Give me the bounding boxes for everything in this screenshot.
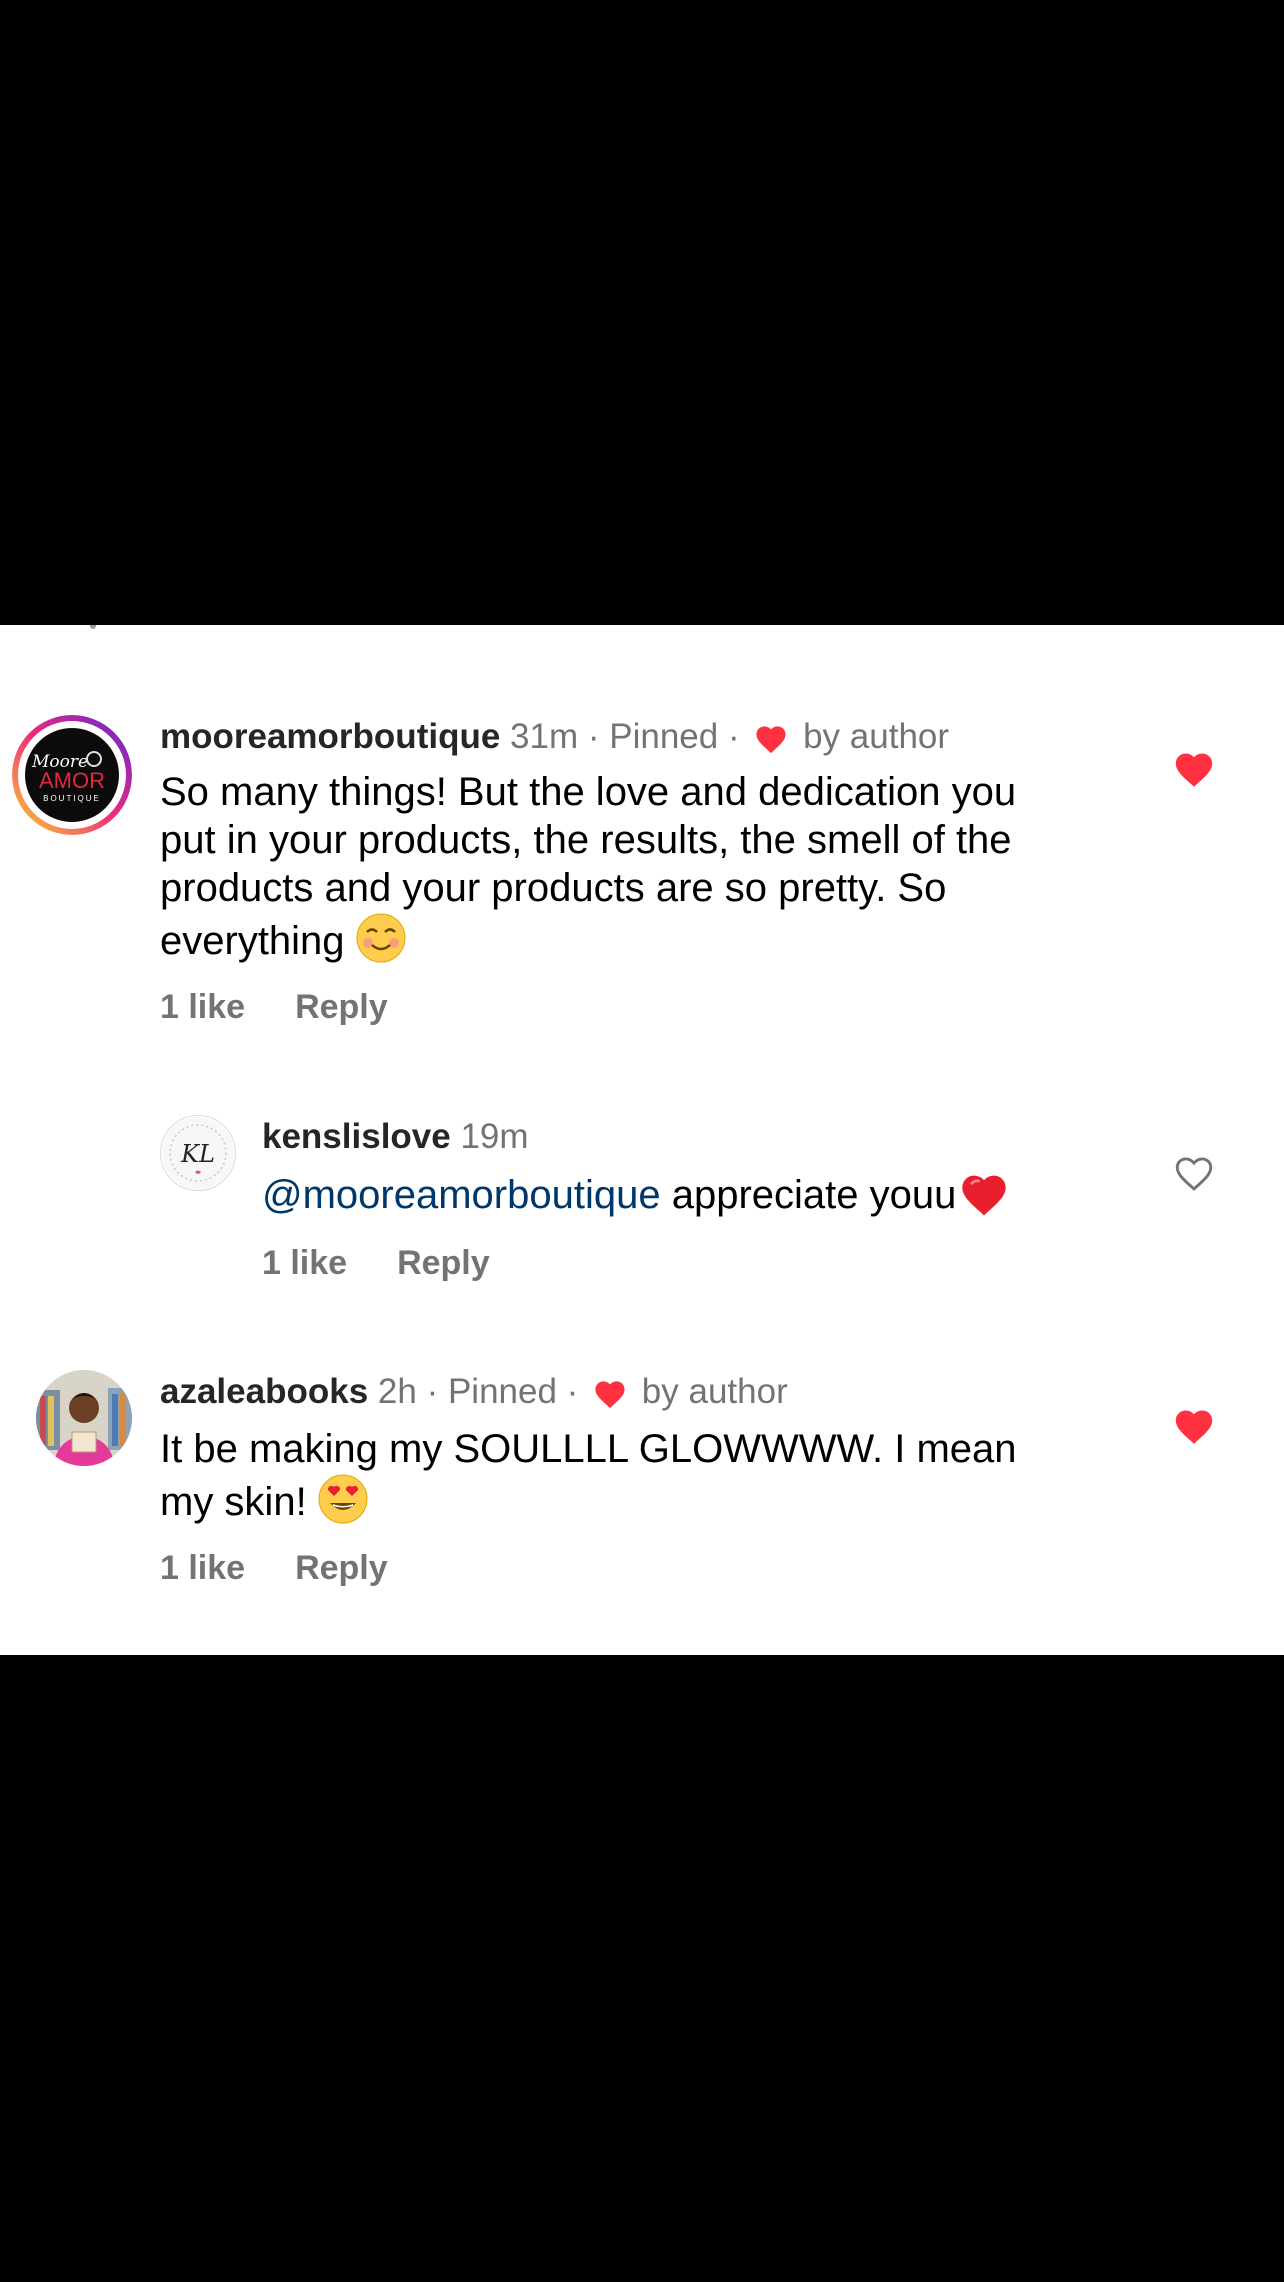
comment-body: So many things! But the love and dedicat… [160, 770, 1017, 963]
like-count[interactable]: 1 like [160, 988, 245, 1026]
like-button-heart-icon[interactable] [1172, 748, 1216, 792]
by-author-label: by author [641, 1372, 788, 1411]
separator: · [566, 1372, 579, 1411]
comment-body: It be making my SOULLLL GLOWWWW. I mean … [160, 1427, 1017, 1524]
comment-actions: 1 like Reply [160, 1546, 388, 1590]
comment-text: It be making my SOULLLL GLOWWWW. I mean … [160, 1425, 1160, 1536]
comments-panel: Moore AMOR BOUTIQUE mooreamorboutique 31… [0, 625, 1284, 1655]
pinned-label: Pinned [447, 1372, 557, 1411]
separator: · [727, 717, 740, 756]
smiling-face-emoji-icon [355, 912, 407, 975]
comment-body: appreciate youu [660, 1173, 957, 1217]
by-author-label: by author [803, 717, 950, 756]
username[interactable]: kenslislove [262, 1117, 451, 1156]
comment-actions: 1 like Reply [160, 985, 388, 1029]
separator: · [587, 717, 600, 756]
logo-main-text: AMOR [39, 768, 105, 793]
heart-eyes-emoji-icon [317, 1473, 369, 1536]
comment-meta: mooreamorboutique 31m · Pinned · by auth… [160, 715, 949, 765]
mention-link[interactable]: @mooreamorboutique [262, 1173, 661, 1217]
comment-meta: azaleabooks 2h · Pinned · by author [160, 1370, 788, 1420]
like-count[interactable]: 1 like [262, 1244, 347, 1282]
reply-button[interactable]: Reply [397, 1244, 490, 1282]
like-button-heart-outline-icon[interactable] [1172, 1152, 1216, 1196]
liked-by-author-heart-icon [753, 721, 789, 765]
timestamp: 19m [460, 1117, 529, 1156]
comment-text: @mooreamorboutique appreciate youu [262, 1168, 1162, 1229]
timestamp: 31m [510, 717, 579, 756]
reply-button[interactable]: Reply [295, 1549, 388, 1587]
separator: · [426, 1372, 439, 1411]
comment-text: So many things! But the love and dedicat… [160, 768, 1160, 975]
username[interactable]: mooreamorboutique [160, 717, 500, 756]
reply-button[interactable]: Reply [295, 988, 388, 1026]
avatar[interactable]: KL [160, 1115, 236, 1191]
comment-meta: kenslislove 19m [262, 1115, 529, 1159]
avatar[interactable]: Moore AMOR BOUTIQUE [12, 715, 132, 835]
comment-actions: 1 like Reply [262, 1241, 490, 1285]
timestamp: 2h [377, 1372, 417, 1411]
logo-initials-text: KL [180, 1140, 215, 1168]
truncated-text-fragment [90, 625, 96, 629]
like-button-heart-icon[interactable] [1172, 1405, 1216, 1449]
username[interactable]: azaleabooks [160, 1372, 368, 1411]
like-count[interactable]: 1 like [160, 1549, 245, 1587]
liked-by-author-heart-icon [592, 1376, 628, 1420]
red-heart-emoji-icon [958, 1168, 1010, 1229]
logo-sub-text: BOUTIQUE [43, 794, 101, 803]
avatar[interactable] [36, 1370, 132, 1466]
pinned-label: Pinned [609, 717, 719, 756]
